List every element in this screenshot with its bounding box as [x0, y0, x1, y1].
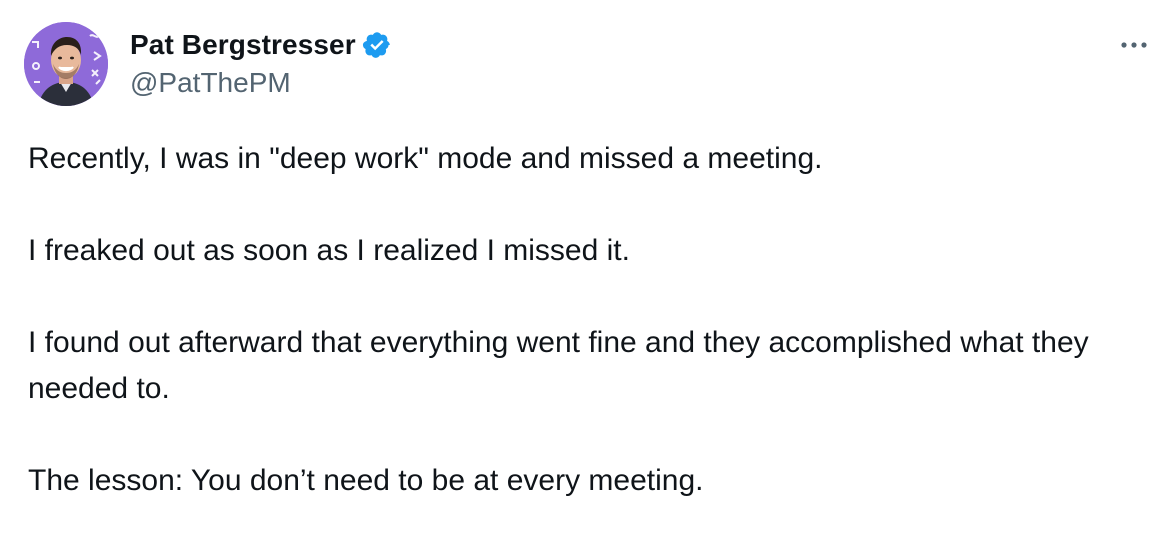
author-handle[interactable]: @PatThePM	[130, 67, 291, 99]
avatar[interactable]	[24, 22, 108, 106]
author-name-row: Pat Bergstresser	[130, 26, 392, 64]
tweet-paragraph: I freaked out as soon as I realized I mi…	[28, 234, 630, 267]
verified-badge-icon[interactable]	[362, 30, 392, 60]
avatar-image	[24, 22, 108, 106]
tweet-paragraph: Recently, I was in "deep work" mode and …	[28, 142, 823, 175]
tweet-card: Pat Bergstresser @PatThePM Recently, I w…	[0, 0, 1172, 538]
more-options-icon	[1121, 42, 1147, 48]
more-options-button[interactable]	[1116, 30, 1152, 60]
tweet-paragraph: I found out afterward that everything we…	[28, 326, 1089, 405]
tweet-paragraph: The lesson: You don’t need to be at ever…	[28, 464, 704, 497]
tweet-text: Recently, I was in "deep work" mode and …	[28, 136, 1148, 504]
author-name[interactable]: Pat Bergstresser	[130, 29, 356, 61]
